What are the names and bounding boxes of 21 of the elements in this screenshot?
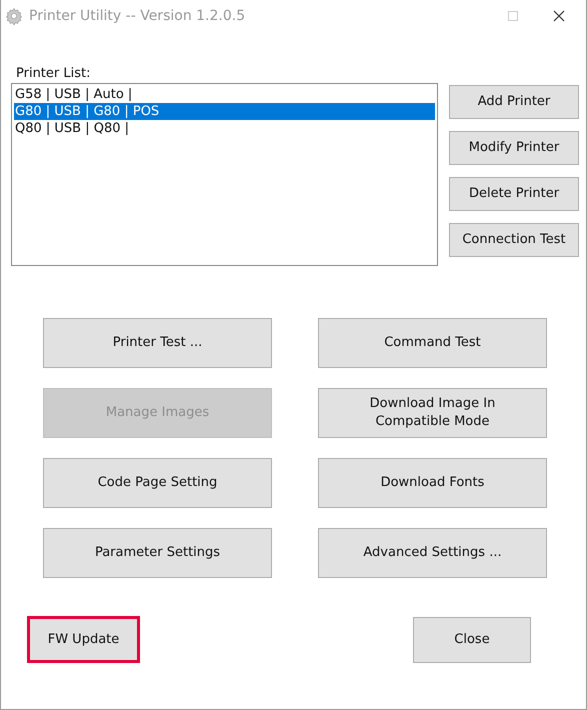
fw-update-button[interactable]: FW Update	[27, 616, 140, 663]
close-icon	[553, 10, 565, 22]
window-title: Printer Utility -- Version 1.2.0.5	[29, 6, 246, 26]
printer-list-item[interactable]: G80 | USB | G80 | POS	[14, 103, 435, 120]
function-button[interactable]: Command Test	[318, 318, 547, 368]
function-button[interactable]: Printer Test ...	[43, 318, 272, 368]
maximize-icon	[508, 11, 518, 21]
function-button[interactable]: Advanced Settings ...	[318, 528, 547, 578]
gear-icon	[5, 7, 23, 25]
function-button[interactable]: Download Image In Compatible Mode	[318, 388, 547, 438]
printer-list-label: Printer List:	[16, 65, 92, 83]
printer-list-item[interactable]: Q80 | USB | Q80 |	[14, 120, 435, 137]
side-button[interactable]: Connection Test	[449, 223, 579, 257]
side-button[interactable]: Add Printer	[449, 85, 579, 119]
printer-list-item[interactable]: G58 | USB | Auto |	[14, 86, 435, 103]
side-button[interactable]: Delete Printer	[449, 177, 579, 211]
function-button[interactable]: Code Page Setting	[43, 458, 272, 508]
function-button[interactable]: Download Fonts	[318, 458, 547, 508]
function-button[interactable]: Parameter Settings	[43, 528, 272, 578]
side-button[interactable]: Modify Printer	[449, 131, 579, 165]
close-dialog-button[interactable]: Close	[413, 616, 531, 662]
